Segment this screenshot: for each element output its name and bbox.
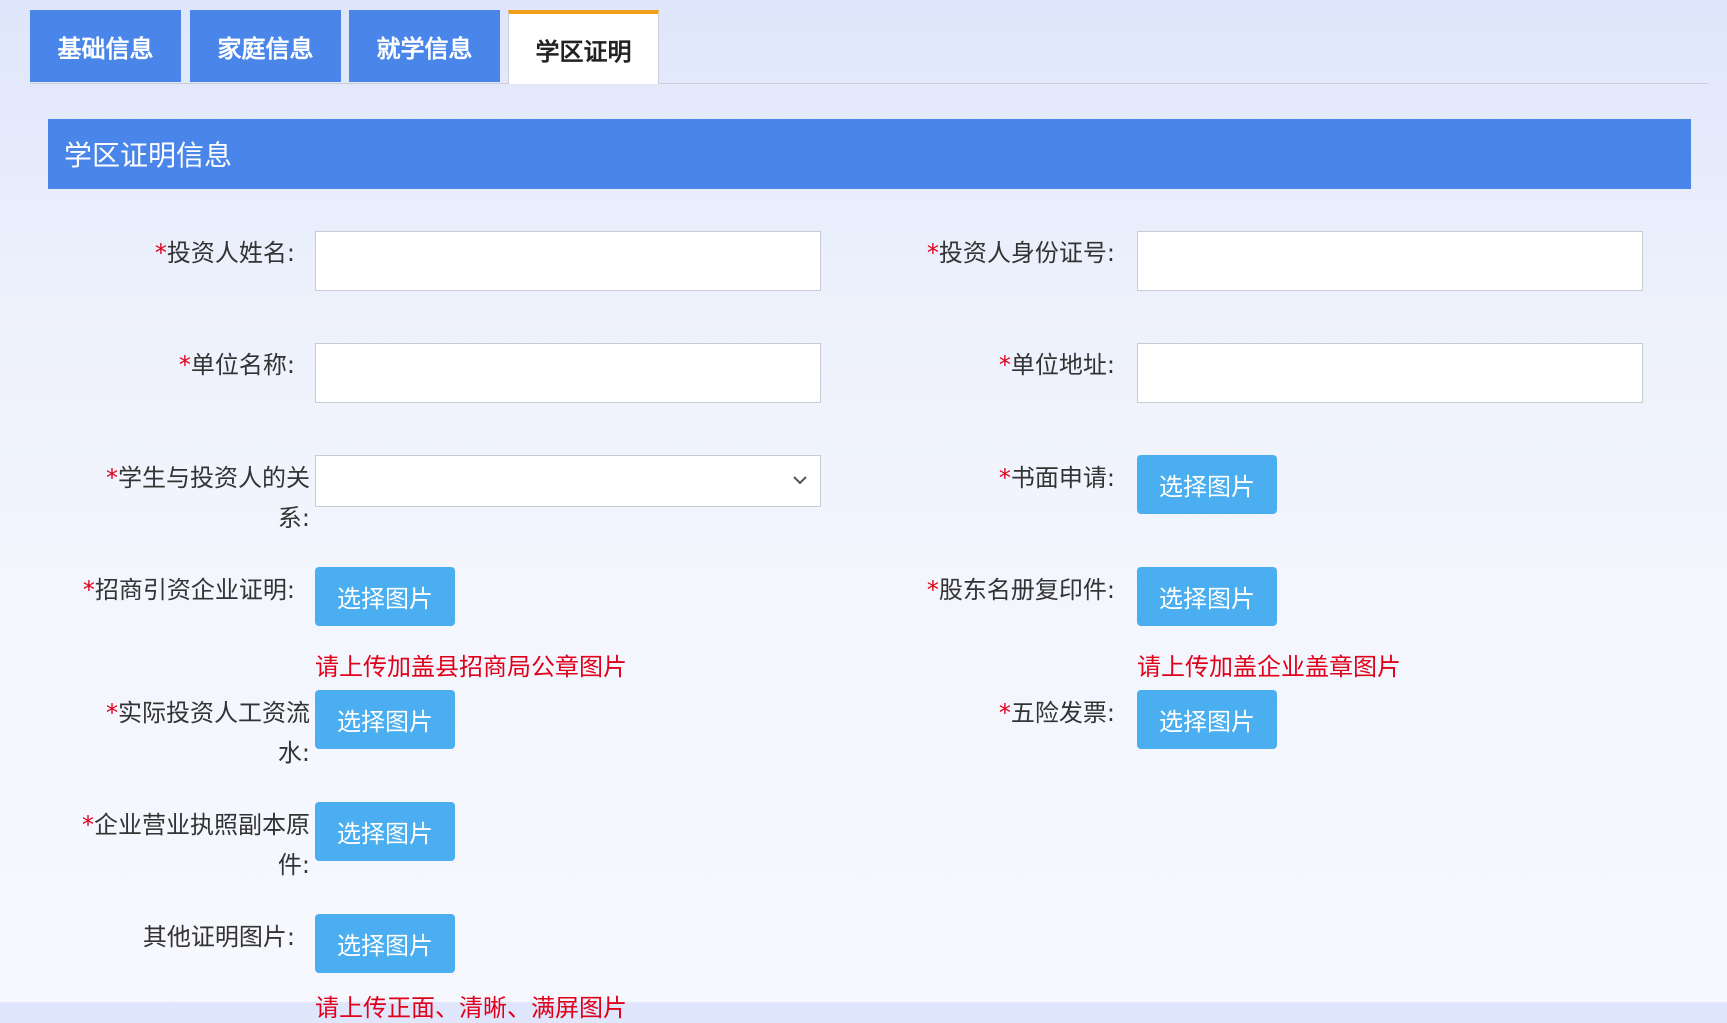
shareholder-register-hint: 请上传加盖企业盖章图片 (1137, 653, 1401, 681)
tab-basic-info[interactable]: 基础信息 (30, 10, 181, 82)
required-mark: * (154, 239, 167, 267)
investor-id-input[interactable] (1137, 231, 1643, 291)
relation-select[interactable] (315, 455, 821, 507)
shareholder-register-label: *股东名册复印件: (926, 576, 1115, 604)
required-mark: * (998, 699, 1011, 727)
other-proof-label: 其他证明图片: (142, 923, 295, 951)
required-mark: * (998, 464, 1011, 492)
company-name-input[interactable] (315, 343, 821, 403)
section-title: 学区证明信息 (48, 119, 1691, 189)
insurance-invoice-label: *五险发票: (998, 699, 1115, 727)
company-address-label: *单位地址: (998, 351, 1115, 379)
salary-statement-upload-button[interactable]: 选择图片 (315, 690, 455, 749)
written-application-label: *书面申请: (998, 464, 1115, 492)
salary-statement-label: *实际投资人工资流水: (106, 699, 310, 767)
required-mark: * (106, 699, 118, 727)
investment-certificate-hint: 请上传加盖县招商局公章图片 (315, 653, 627, 681)
investment-certificate-label: *招商引资企业证明: (82, 576, 295, 604)
required-mark: * (82, 576, 95, 604)
tab-school-info[interactable]: 就学信息 (349, 10, 500, 82)
company-address-input[interactable] (1137, 343, 1643, 403)
required-mark: * (998, 351, 1011, 379)
relation-label: *学生与投资人的关系: (106, 464, 310, 532)
investor-name-label: *投资人姓名: (154, 239, 295, 267)
chevron-down-icon (793, 476, 807, 485)
other-proof-upload-button[interactable]: 选择图片 (315, 914, 455, 973)
business-license-upload-button[interactable]: 选择图片 (315, 802, 455, 861)
company-name-label: *单位名称: (178, 351, 295, 379)
other-proof-hint: 请上传正面、清晰、满屏图片 (315, 994, 627, 1022)
required-mark: * (82, 811, 94, 839)
shareholder-register-upload-button[interactable]: 选择图片 (1137, 567, 1277, 626)
required-mark: * (178, 351, 191, 379)
required-mark: * (926, 239, 939, 267)
written-application-upload-button[interactable]: 选择图片 (1137, 455, 1277, 514)
business-license-label: *企业营业执照副本原件: (82, 811, 310, 879)
investor-id-label: *投资人身份证号: (926, 239, 1115, 267)
tab-school-district-proof[interactable]: 学区证明 (508, 10, 659, 84)
required-mark: * (926, 576, 939, 604)
insurance-invoice-upload-button[interactable]: 选择图片 (1137, 690, 1277, 749)
required-mark: * (106, 464, 118, 492)
tab-bar: 基础信息 家庭信息 就学信息 学区证明 (30, 10, 1708, 84)
investment-certificate-upload-button[interactable]: 选择图片 (315, 567, 455, 626)
tab-family-info[interactable]: 家庭信息 (190, 10, 341, 82)
investor-name-input[interactable] (315, 231, 821, 291)
